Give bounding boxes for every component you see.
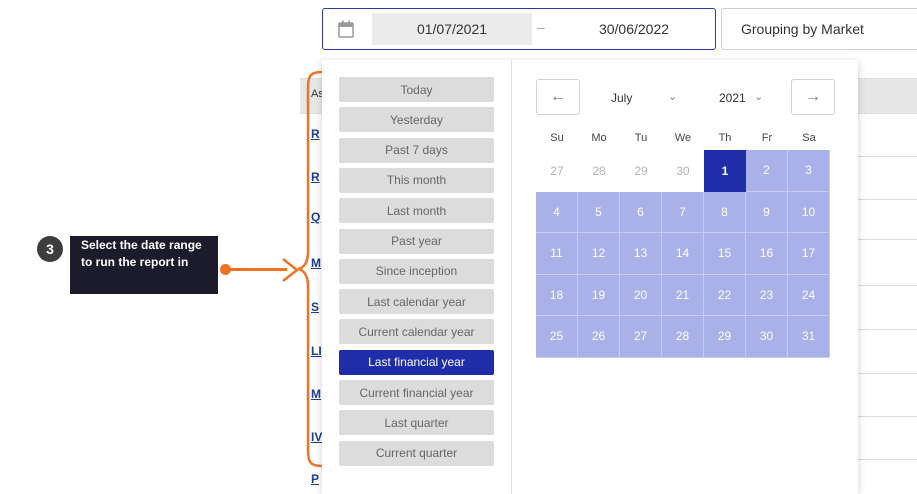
calendar-day[interactable]: 25 [536, 316, 578, 358]
table-row-divider [856, 416, 917, 417]
preset-list: Today Yesterday Past 7 days This month Last … [322, 60, 512, 494]
calendar-day[interactable]: 2 [746, 150, 788, 192]
calendar-day[interactable]: 22 [704, 274, 746, 316]
preset-option[interactable]: Since inception [339, 258, 494, 284]
weekday-label: Mo [591, 132, 607, 144]
calendar-day[interactable]: 23 [746, 274, 788, 316]
date-range-popup: Today Yesterday Past 7 days This month Last … [322, 60, 858, 494]
chevron-down-icon: ⌄ [668, 91, 678, 103]
chevron-down-icon: ⌄ [754, 91, 764, 103]
arrow-right-icon: → [805, 88, 821, 105]
table-row-link[interactable]: P [311, 472, 319, 486]
calendar-day[interactable]: 11 [536, 233, 578, 275]
preset-option[interactable]: Current quarter [339, 440, 494, 466]
date-separator: – [537, 19, 545, 35]
grouping-select[interactable]: Grouping by Market [721, 8, 917, 50]
preset-option[interactable]: This month [339, 167, 494, 193]
calendar-day[interactable]: 27 [536, 150, 578, 192]
table-row-divider [856, 285, 917, 286]
preset-option[interactable]: Last month [339, 198, 494, 224]
calendar-day[interactable]: 14 [662, 233, 704, 275]
calendar-day[interactable]: 28 [578, 150, 620, 192]
calendar-day[interactable]: 13 [620, 233, 662, 275]
weekday-label: We [674, 132, 692, 144]
calendar-day[interactable]: 20 [620, 274, 662, 316]
calendar-day[interactable]: 3 [788, 150, 830, 192]
calendar-day[interactable]: 27 [620, 316, 662, 358]
selected-day[interactable]: 1 [704, 150, 746, 192]
calendar-day[interactable]: 26 [578, 316, 620, 358]
calendar-day[interactable]: 21 [662, 274, 704, 316]
calendar-day[interactable]: 4 [536, 191, 578, 233]
arrow-left-icon: ← [550, 88, 566, 105]
calendar-day[interactable]: 29 [620, 150, 662, 192]
calendar-day[interactable]: 5 [578, 191, 620, 233]
calendar-day[interactable]: 30 [746, 316, 788, 358]
annotation-connector [225, 268, 287, 271]
preset-option[interactable]: Today [339, 77, 494, 102]
weekday-label: Sa [802, 132, 816, 144]
table-row-divider [856, 239, 917, 240]
preset-option[interactable]: Last financial year [339, 349, 494, 375]
date-range-picker[interactable]: 01/07/2021 – 30/06/2022 [322, 8, 716, 50]
calendar-day[interactable]: 6 [620, 191, 662, 233]
weekday-label: Fr [761, 132, 773, 144]
weekday-label: Tu [634, 132, 648, 144]
calendar-day[interactable]: 17 [788, 233, 830, 275]
calendar-day[interactable]: 19 [578, 274, 620, 316]
calendar-day[interactable]: 15 [704, 233, 746, 275]
annotation-dot [220, 264, 231, 275]
calendar-day[interactable]: 29 [704, 316, 746, 358]
weekday-label: Th [718, 132, 732, 144]
month-select[interactable]: July [611, 91, 632, 105]
preset-option[interactable]: Last quarter [339, 410, 494, 436]
calendar-day[interactable]: 10 [788, 191, 830, 233]
calendar-day[interactable]: 30 [662, 150, 704, 192]
start-date-field[interactable]: 01/07/2021 [372, 13, 532, 45]
calendar-day[interactable]: 16 [746, 233, 788, 275]
next-month-button[interactable]: → [791, 79, 835, 115]
preset-option[interactable]: Past 7 days [339, 137, 494, 163]
table-row-divider [856, 199, 917, 200]
calendar-day[interactable]: 18 [536, 274, 578, 316]
preset-option[interactable]: Current calendar year [339, 319, 494, 345]
calendar-icon[interactable] [324, 10, 368, 48]
calendar-day[interactable]: 7 [662, 191, 704, 233]
calendar: ← July ⌄ 2021 ⌄ → Su Mo Tu We Th Fr Sa 27 28 29 30… [512, 60, 858, 494]
preset-option[interactable]: Yesterday [339, 107, 494, 133]
calendar-day[interactable]: 9 [746, 191, 788, 233]
calendar-day[interactable]: 31 [788, 316, 830, 358]
step-number-badge: 3 [37, 236, 63, 262]
calendar-day[interactable]: 8 [704, 191, 746, 233]
year-select[interactable]: 2021 [719, 91, 746, 105]
arrow-head-icon [282, 258, 300, 282]
table-row-divider [856, 156, 917, 157]
table-row-divider [856, 329, 917, 330]
weekday-label: Su [550, 132, 564, 144]
calendar-day[interactable]: 24 [788, 274, 830, 316]
end-date-field[interactable]: 30/06/2022 [559, 13, 709, 45]
prev-month-button[interactable]: ← [536, 79, 580, 115]
calendar-day[interactable]: 28 [662, 316, 704, 358]
preset-option[interactable]: Past year [339, 228, 494, 254]
calendar-day[interactable]: 12 [578, 233, 620, 275]
preset-option[interactable]: Current financial year [339, 380, 494, 405]
preset-option[interactable]: Last calendar year [339, 289, 494, 315]
table-row-divider [856, 373, 917, 374]
annotation-tooltip: Select the date range to run the report … [70, 236, 218, 294]
table-row-divider [856, 459, 917, 460]
